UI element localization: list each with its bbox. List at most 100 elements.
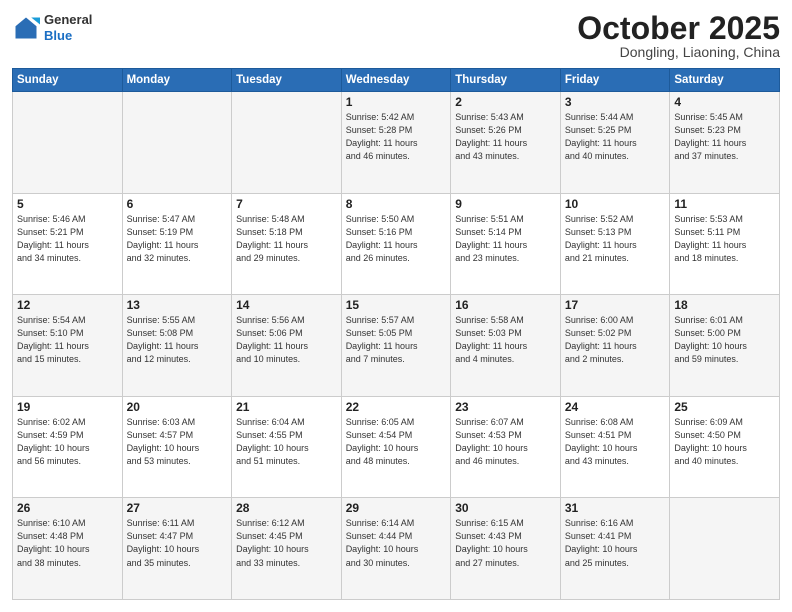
logo-general-text: General xyxy=(44,12,92,28)
day-info: Sunrise: 5:46 AMSunset: 5:21 PMDaylight:… xyxy=(17,213,118,265)
calendar-cell: 18 Sunrise: 6:01 AMSunset: 5:00 PMDayligh… xyxy=(670,295,780,397)
calendar-week-row: 5Sunrise: 5:46 AMSunset: 5:21 PMDaylight… xyxy=(13,193,780,295)
day-header-wednesday: Wednesday xyxy=(341,69,451,92)
calendar-cell: 6Sunrise: 5:47 AMSunset: 5:19 PMDaylight… xyxy=(122,193,232,295)
day-number: 14 xyxy=(236,298,337,312)
day-info: Sunrise: 5:43 AMSunset: 5:26 PMDaylight:… xyxy=(455,111,556,163)
logo-text: General Blue xyxy=(44,12,92,43)
day-number: 31 xyxy=(565,501,666,515)
page: General Blue October 2025 Dongling, Liao… xyxy=(0,0,792,612)
location: Dongling, Liaoning, China xyxy=(577,44,780,60)
calendar-cell: 19 Sunrise: 6:02 AMSunset: 4:59 PMDayligh… xyxy=(13,396,123,498)
day-info: Sunrise: 6:01 AMSunset: 5:00 PMDaylight:… xyxy=(674,314,775,366)
calendar-cell xyxy=(670,498,780,600)
calendar-cell: 8Sunrise: 5:50 AMSunset: 5:16 PMDaylight… xyxy=(341,193,451,295)
calendar-cell: 29 Sunrise: 6:14 AMSunset: 4:44 PMDayligh… xyxy=(341,498,451,600)
calendar-cell: 25 Sunrise: 6:09 AMSunset: 4:50 PMDayligh… xyxy=(670,396,780,498)
day-number: 9 xyxy=(455,197,556,211)
day-number: 25 xyxy=(674,400,775,414)
day-number: 7 xyxy=(236,197,337,211)
calendar-header-row: SundayMondayTuesdayWednesdayThursdayFrid… xyxy=(13,69,780,92)
calendar-cell: 14 Sunrise: 5:56 AMSunset: 5:06 PMDayligh… xyxy=(232,295,342,397)
day-info: Sunrise: 5:42 AMSunset: 5:28 PMDaylight:… xyxy=(346,111,447,163)
calendar-cell xyxy=(122,92,232,194)
day-info: Sunrise: 5:56 AMSunset: 5:06 PMDaylight:… xyxy=(236,314,337,366)
day-info: Sunrise: 5:52 AMSunset: 5:13 PMDaylight:… xyxy=(565,213,666,265)
day-info: Sunrise: 6:02 AMSunset: 4:59 PMDaylight:… xyxy=(17,416,118,468)
day-info: Sunrise: 6:14 AMSunset: 4:44 PMDaylight:… xyxy=(346,517,447,569)
day-info: Sunrise: 6:09 AMSunset: 4:50 PMDaylight:… xyxy=(674,416,775,468)
calendar: SundayMondayTuesdayWednesdayThursdayFrid… xyxy=(12,68,780,600)
day-number: 30 xyxy=(455,501,556,515)
calendar-cell: 2 Sunrise: 5:43 AMSunset: 5:26 PMDaylight… xyxy=(451,92,561,194)
calendar-week-row: 26 Sunrise: 6:10 AMSunset: 4:48 PMDayligh… xyxy=(13,498,780,600)
title-block: October 2025 Dongling, Liaoning, China xyxy=(577,12,780,60)
day-number: 20 xyxy=(127,400,228,414)
calendar-cell: 20 Sunrise: 6:03 AMSunset: 4:57 PMDayligh… xyxy=(122,396,232,498)
day-info: Sunrise: 6:05 AMSunset: 4:54 PMDaylight:… xyxy=(346,416,447,468)
day-number: 13 xyxy=(127,298,228,312)
day-header-thursday: Thursday xyxy=(451,69,561,92)
calendar-cell: 10 Sunrise: 5:52 AMSunset: 5:13 PMDayligh… xyxy=(560,193,670,295)
day-number: 21 xyxy=(236,400,337,414)
day-info: Sunrise: 6:03 AMSunset: 4:57 PMDaylight:… xyxy=(127,416,228,468)
calendar-cell: 5Sunrise: 5:46 AMSunset: 5:21 PMDaylight… xyxy=(13,193,123,295)
calendar-week-row: 1 Sunrise: 5:42 AMSunset: 5:28 PMDaylight… xyxy=(13,92,780,194)
day-number: 22 xyxy=(346,400,447,414)
day-info: Sunrise: 5:47 AMSunset: 5:19 PMDaylight:… xyxy=(127,213,228,265)
logo-blue-text: Blue xyxy=(44,28,92,44)
day-info: Sunrise: 5:50 AMSunset: 5:16 PMDaylight:… xyxy=(346,213,447,265)
day-info: Sunrise: 6:08 AMSunset: 4:51 PMDaylight:… xyxy=(565,416,666,468)
day-header-sunday: Sunday xyxy=(13,69,123,92)
calendar-week-row: 19 Sunrise: 6:02 AMSunset: 4:59 PMDayligh… xyxy=(13,396,780,498)
day-number: 27 xyxy=(127,501,228,515)
day-number: 11 xyxy=(674,197,775,211)
day-number: 3 xyxy=(565,95,666,109)
day-info: Sunrise: 5:57 AMSunset: 5:05 PMDaylight:… xyxy=(346,314,447,366)
calendar-cell xyxy=(13,92,123,194)
calendar-cell: 4Sunrise: 5:45 AMSunset: 5:23 PMDaylight… xyxy=(670,92,780,194)
day-header-tuesday: Tuesday xyxy=(232,69,342,92)
calendar-cell: 1 Sunrise: 5:42 AMSunset: 5:28 PMDaylight… xyxy=(341,92,451,194)
calendar-cell: 26 Sunrise: 6:10 AMSunset: 4:48 PMDayligh… xyxy=(13,498,123,600)
day-number: 18 xyxy=(674,298,775,312)
day-number: 17 xyxy=(565,298,666,312)
day-info: Sunrise: 5:48 AMSunset: 5:18 PMDaylight:… xyxy=(236,213,337,265)
day-number: 28 xyxy=(236,501,337,515)
calendar-cell: 9Sunrise: 5:51 AMSunset: 5:14 PMDaylight… xyxy=(451,193,561,295)
day-info: Sunrise: 5:53 AMSunset: 5:11 PMDaylight:… xyxy=(674,213,775,265)
calendar-cell: 11 Sunrise: 5:53 AMSunset: 5:11 PMDayligh… xyxy=(670,193,780,295)
day-number: 19 xyxy=(17,400,118,414)
day-info: Sunrise: 6:10 AMSunset: 4:48 PMDaylight:… xyxy=(17,517,118,569)
month-title: October 2025 xyxy=(577,12,780,44)
calendar-cell: 13 Sunrise: 5:55 AMSunset: 5:08 PMDayligh… xyxy=(122,295,232,397)
calendar-cell: 31 Sunrise: 6:16 AMSunset: 4:41 PMDayligh… xyxy=(560,498,670,600)
day-number: 26 xyxy=(17,501,118,515)
day-number: 16 xyxy=(455,298,556,312)
day-number: 1 xyxy=(346,95,447,109)
day-info: Sunrise: 5:44 AMSunset: 5:25 PMDaylight:… xyxy=(565,111,666,163)
day-info: Sunrise: 6:15 AMSunset: 4:43 PMDaylight:… xyxy=(455,517,556,569)
day-number: 29 xyxy=(346,501,447,515)
calendar-cell: 28 Sunrise: 6:12 AMSunset: 4:45 PMDayligh… xyxy=(232,498,342,600)
day-info: Sunrise: 6:16 AMSunset: 4:41 PMDaylight:… xyxy=(565,517,666,569)
day-number: 12 xyxy=(17,298,118,312)
day-info: Sunrise: 5:45 AMSunset: 5:23 PMDaylight:… xyxy=(674,111,775,163)
header: General Blue October 2025 Dongling, Liao… xyxy=(12,12,780,60)
calendar-cell: 21Sunrise: 6:04 AMSunset: 4:55 PMDayligh… xyxy=(232,396,342,498)
calendar-cell: 12Sunrise: 5:54 AMSunset: 5:10 PMDayligh… xyxy=(13,295,123,397)
calendar-cell: 16Sunrise: 5:58 AMSunset: 5:03 PMDayligh… xyxy=(451,295,561,397)
day-info: Sunrise: 5:55 AMSunset: 5:08 PMDaylight:… xyxy=(127,314,228,366)
calendar-cell: 17Sunrise: 6:00 AMSunset: 5:02 PMDayligh… xyxy=(560,295,670,397)
day-number: 10 xyxy=(565,197,666,211)
calendar-cell: 27Sunrise: 6:11 AMSunset: 4:47 PMDayligh… xyxy=(122,498,232,600)
day-header-friday: Friday xyxy=(560,69,670,92)
day-number: 15 xyxy=(346,298,447,312)
day-header-saturday: Saturday xyxy=(670,69,780,92)
day-info: Sunrise: 6:07 AMSunset: 4:53 PMDaylight:… xyxy=(455,416,556,468)
calendar-cell xyxy=(232,92,342,194)
day-info: Sunrise: 6:12 AMSunset: 4:45 PMDaylight:… xyxy=(236,517,337,569)
calendar-cell: 23Sunrise: 6:07 AMSunset: 4:53 PMDayligh… xyxy=(451,396,561,498)
day-number: 2 xyxy=(455,95,556,109)
calendar-cell: 7 Sunrise: 5:48 AMSunset: 5:18 PMDaylight… xyxy=(232,193,342,295)
